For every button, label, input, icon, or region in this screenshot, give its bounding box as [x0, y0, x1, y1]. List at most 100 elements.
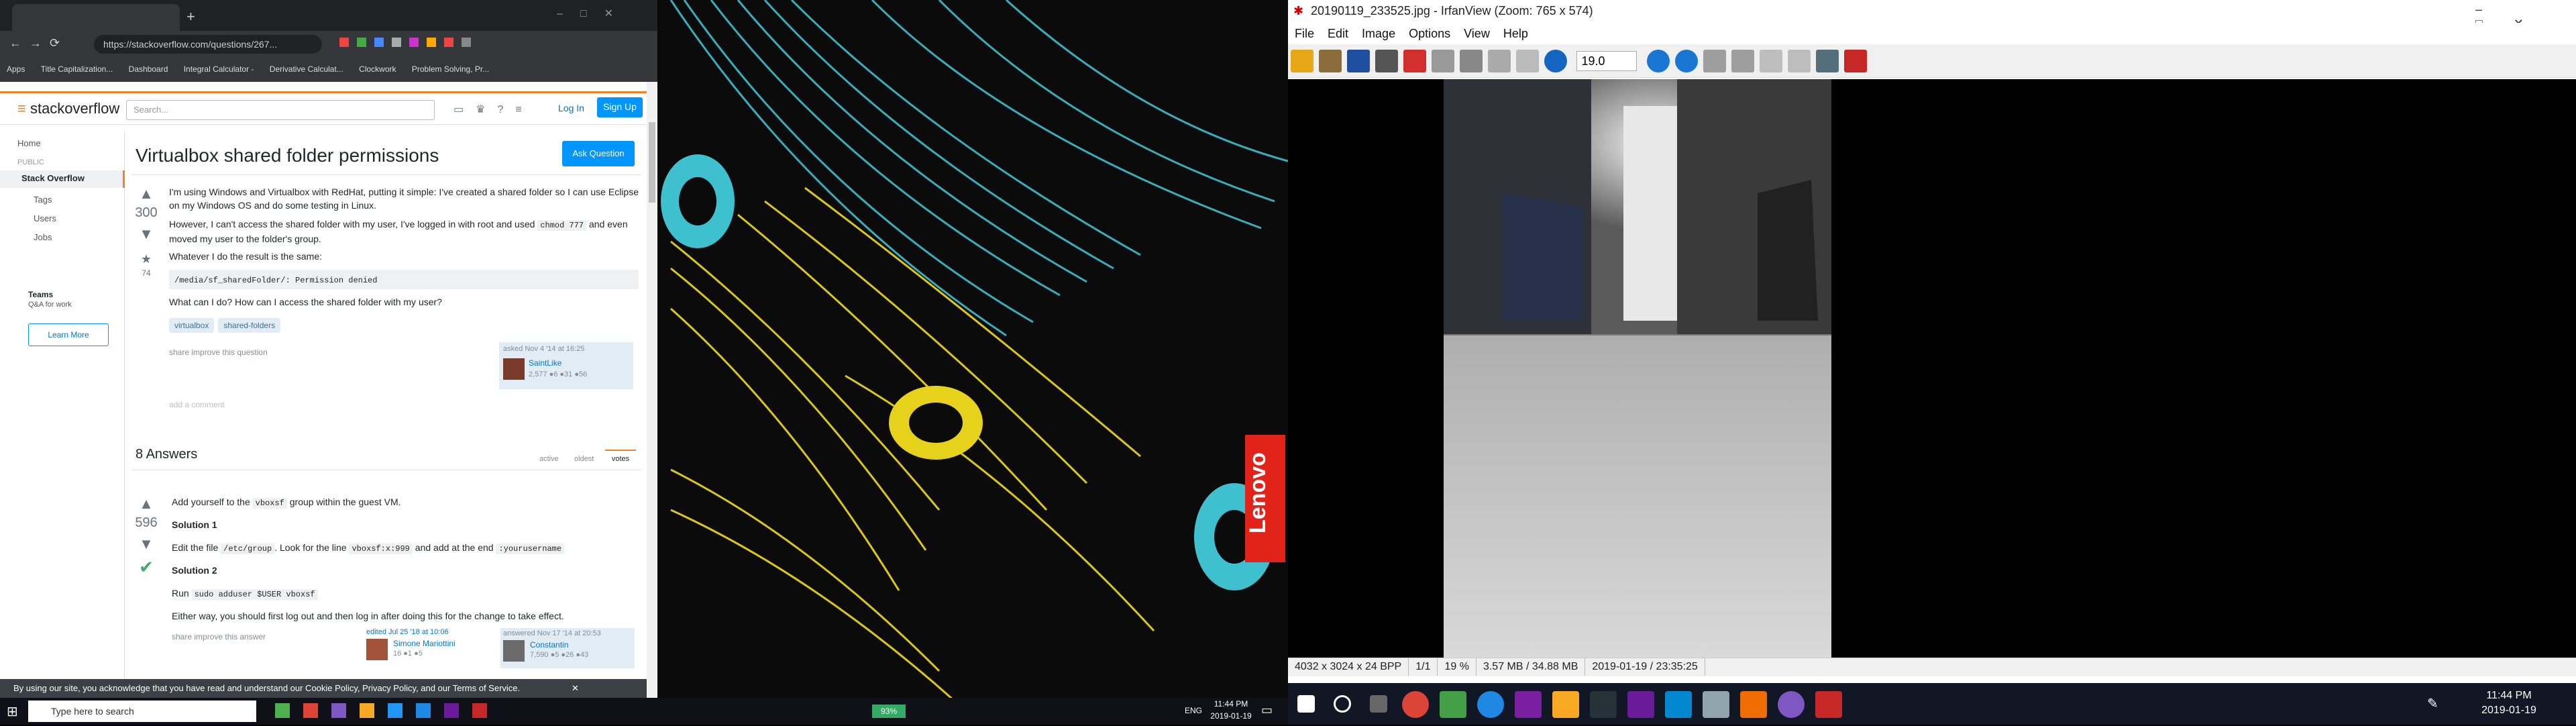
topbar-icons[interactable]: ▭♛?≡: [453, 103, 534, 116]
new-tab-icon[interactable]: +: [186, 8, 195, 25]
slideshow-icon[interactable]: [1319, 50, 1342, 72]
ask-question-button[interactable]: Ask Question: [562, 141, 635, 166]
sort-tab-votes[interactable]: votes: [605, 450, 636, 467]
copy-icon[interactable]: [1460, 50, 1483, 72]
upvote-icon[interactable]: ▲: [131, 185, 161, 203]
pen-icon[interactable]: ✎: [2427, 695, 2438, 712]
nav-home[interactable]: Home: [17, 138, 41, 148]
onenote-icon[interactable]: [1515, 691, 1542, 718]
question-title[interactable]: Virtualbox shared folder permissions: [136, 145, 439, 166]
exit-icon[interactable]: [1843, 50, 1867, 72]
notifications-icon[interactable]: ▭: [1261, 703, 1273, 717]
bookmark[interactable]: Clockwork: [352, 58, 402, 81]
search-input[interactable]: Search...: [126, 100, 435, 120]
taskbar-app-icons[interactable]: [268, 702, 671, 721]
bookmark[interactable]: Title Capitalization...: [34, 58, 120, 81]
bookmark[interactable]: Integral Calculator -: [177, 58, 261, 81]
upvote-icon[interactable]: ▲: [131, 495, 161, 513]
avatar[interactable]: [503, 640, 525, 662]
chrome-icon[interactable]: [1402, 691, 1429, 718]
clock-date[interactable]: 2019-01-19: [2475, 705, 2542, 717]
app-icon[interactable]: [1627, 691, 1654, 718]
paste-icon[interactable]: [1488, 50, 1511, 72]
avatar[interactable]: [503, 358, 525, 380]
delete-icon[interactable]: [1403, 50, 1426, 72]
windows-start-icon[interactable]: ⊞: [7, 703, 18, 720]
scroll-thumb[interactable]: [649, 122, 655, 203]
steam-icon[interactable]: [1590, 691, 1617, 718]
clock-time[interactable]: 11:44 PM: [1208, 699, 1254, 709]
zoom-out-icon[interactable]: [1674, 50, 1698, 72]
sort-tab-active[interactable]: active: [539, 455, 559, 463]
app-icon[interactable]: [1477, 691, 1504, 718]
nav-users[interactable]: Users: [34, 213, 56, 223]
irfanview-icon[interactable]: [1815, 691, 1842, 718]
tag[interactable]: shared-folders: [218, 318, 281, 333]
close-icon[interactable]: ✕: [572, 683, 579, 694]
so-logo[interactable]: ≡ stackoverflow: [17, 100, 119, 117]
asker-name[interactable]: SaintLike: [529, 358, 561, 368]
image-viewport[interactable]: [1288, 79, 2576, 658]
menu-file[interactable]: File: [1288, 23, 1321, 45]
downvote-icon[interactable]: ▼: [131, 225, 161, 243]
info-icon[interactable]: [1544, 50, 1567, 72]
settings-icon[interactable]: [1815, 50, 1839, 72]
avatar[interactable]: [366, 639, 388, 660]
nav-stackoverflow[interactable]: Stack Overflow: [21, 173, 85, 183]
window-controls[interactable]: –□✕: [557, 7, 631, 20]
editor-name[interactable]: Simone Mariottini: [393, 639, 455, 648]
login-link[interactable]: Log In: [553, 99, 590, 117]
cut-icon[interactable]: [1432, 50, 1454, 72]
share-improve-question[interactable]: share improve this question: [169, 348, 268, 357]
sort-tab-oldest[interactable]: oldest: [574, 455, 594, 463]
save-icon[interactable]: [1347, 50, 1370, 72]
file-explorer-icon[interactable]: [1552, 691, 1579, 718]
open-icon[interactable]: [1291, 50, 1313, 72]
add-comment-link[interactable]: add a comment: [169, 400, 225, 409]
battery-indicator[interactable]: 93%: [872, 705, 906, 718]
previous-icon[interactable]: [1703, 50, 1726, 72]
menu-image[interactable]: Image: [1355, 23, 1402, 45]
bookmark[interactable]: Dashboard: [122, 58, 175, 81]
bookmark[interactable]: Problem Solving, Pr...: [405, 58, 496, 81]
print-icon[interactable]: [1375, 50, 1398, 72]
taskbar-right-icons[interactable]: [1288, 683, 2321, 725]
first-icon[interactable]: [1759, 50, 1782, 72]
language-indicator[interactable]: ENG: [1185, 706, 1202, 715]
menu-options[interactable]: Options: [1402, 23, 1457, 45]
next-icon[interactable]: [1731, 50, 1754, 72]
extension-icons[interactable]: [335, 38, 631, 51]
cortana-icon[interactable]: [1334, 695, 1351, 713]
answerer-name[interactable]: Constantin: [530, 640, 568, 650]
url-input[interactable]: https://stackoverflow.com/questions/267.…: [94, 35, 322, 54]
taskbar-search[interactable]: Type here to search: [28, 701, 256, 722]
nav-tags[interactable]: Tags: [34, 195, 52, 205]
virtualbox-icon[interactable]: [1703, 691, 1729, 718]
clock-date[interactable]: 2019-01-19: [1208, 711, 1254, 721]
favorite-icon[interactable]: ★: [131, 252, 161, 266]
signup-button[interactable]: Sign Up: [597, 97, 643, 117]
bookmark[interactable]: Apps: [0, 58, 32, 81]
edge-icon[interactable]: [1665, 691, 1692, 718]
page-scrollbar[interactable]: [647, 82, 657, 698]
task-view-icon[interactable]: [1370, 695, 1387, 713]
nav-jobs[interactable]: Jobs: [34, 232, 52, 242]
app-icon[interactable]: [1778, 691, 1805, 718]
app-icon[interactable]: [1740, 691, 1767, 718]
chrome-tab[interactable]: [12, 4, 180, 31]
app-icon[interactable]: [1440, 691, 1466, 718]
last-icon[interactable]: [1787, 50, 1811, 72]
windows-start-icon[interactable]: [1297, 695, 1315, 713]
zoom-in-icon[interactable]: [1646, 50, 1670, 72]
zoom-select[interactable]: 19.0: [1576, 51, 1638, 71]
nav-arrows-icon[interactable]: ←→⟳: [9, 36, 68, 50]
share-improve-answer[interactable]: share improve this answer: [172, 632, 266, 641]
menu-help[interactable]: Help: [1497, 23, 1535, 45]
menu-edit[interactable]: Edit: [1321, 23, 1355, 45]
edited-date[interactable]: edited Jul 25 '18 at 10:06: [366, 628, 449, 636]
tag[interactable]: virtualbox: [169, 318, 215, 333]
learn-more-button[interactable]: Learn More: [28, 323, 109, 346]
bookmark[interactable]: Derivative Calculat...: [263, 58, 350, 81]
menu-view[interactable]: View: [1457, 23, 1497, 45]
undo-icon[interactable]: [1516, 50, 1539, 72]
